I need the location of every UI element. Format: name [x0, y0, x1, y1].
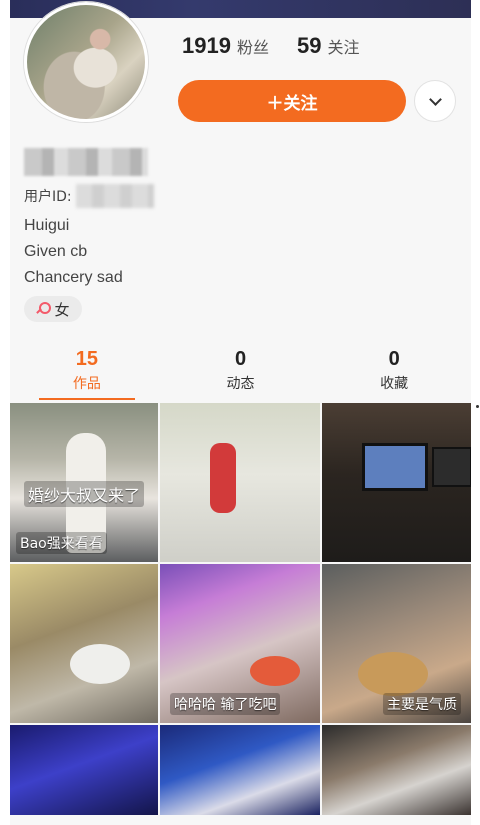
- thumbnail-figure: [362, 443, 428, 491]
- username-blurred: [24, 148, 148, 176]
- followers-label[interactable]: 粉丝: [237, 34, 269, 58]
- tab-favorites[interactable]: 0 收藏: [317, 348, 471, 402]
- thumbnail-figure: [250, 656, 300, 686]
- tab-count: 0: [388, 348, 400, 370]
- tab-label: 作品: [72, 376, 101, 392]
- video-thumbnail[interactable]: [160, 725, 320, 815]
- follow-button[interactable]: ＋关注: [178, 80, 406, 122]
- video-caption: 哈哈哈 输了吃吧: [170, 693, 281, 715]
- profile-tabs: 15 作品 0 动态 0 收藏: [10, 348, 471, 402]
- female-icon: [36, 302, 52, 316]
- tab-moments[interactable]: 0 动态: [164, 348, 318, 402]
- user-id-row: 用户ID:: [24, 184, 154, 208]
- video-thumbnail[interactable]: [10, 725, 158, 815]
- video-thumbnail[interactable]: [322, 403, 471, 562]
- video-caption: 婚纱大叔又来了: [24, 481, 145, 507]
- video-thumbnail[interactable]: [160, 403, 320, 562]
- profile-stats: 1919 粉丝 59 关注: [182, 33, 387, 59]
- chevron-down-icon: [428, 92, 442, 106]
- thumbnail-figure: [210, 443, 236, 513]
- video-thumbnail[interactable]: [322, 725, 471, 815]
- bio-line: Huigui: [24, 217, 70, 234]
- tab-count: 0: [234, 348, 247, 370]
- active-tab-indicator: [38, 398, 135, 400]
- following-count[interactable]: 59: [297, 33, 321, 59]
- tab-label: 动态: [226, 376, 255, 392]
- more-options-button[interactable]: [414, 80, 456, 122]
- thumbnail-figure: [70, 644, 130, 684]
- user-id-blurred: [75, 184, 154, 208]
- video-grid: 婚纱大叔又来了 Bao强来看看 哈哈哈 输了吃吧 主要是气质: [10, 403, 471, 815]
- bio-line: Given cb: [24, 243, 88, 260]
- thumbnail-figure: [358, 652, 428, 696]
- video-caption: 主要是气质: [383, 693, 461, 715]
- followers-count[interactable]: 1919: [182, 33, 231, 59]
- thumbnail-figure: [432, 447, 471, 487]
- gender-badge: 女: [24, 296, 82, 322]
- tab-works[interactable]: 15 作品: [10, 348, 164, 402]
- video-thumbnail[interactable]: 哈哈哈 输了吃吧: [160, 564, 320, 723]
- following-label[interactable]: 关注: [327, 34, 359, 58]
- bio-line: Chancery sad: [24, 269, 123, 286]
- tab-count: 15: [75, 348, 98, 370]
- video-thumbnail[interactable]: 婚纱大叔又来了 Bao强来看看: [10, 403, 158, 562]
- avatar[interactable]: [24, 2, 148, 122]
- video-caption: Bao强来看看: [16, 532, 107, 554]
- video-thumbnail[interactable]: [10, 564, 158, 723]
- bio: Huigui Given cb Chancery sad: [24, 213, 123, 291]
- scroll-indicator: [476, 405, 479, 408]
- user-id-label: 用户ID:: [24, 189, 72, 205]
- tab-label: 收藏: [380, 376, 409, 392]
- gender-label: 女: [54, 300, 70, 319]
- profile-screen: 1919 粉丝 59 关注 ＋关注 用户ID: Huigui Given cb …: [10, 0, 471, 825]
- video-thumbnail[interactable]: 主要是气质: [322, 564, 471, 723]
